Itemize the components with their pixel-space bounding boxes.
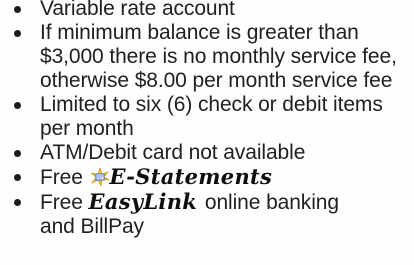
e-statements-sunburst-icon — [90, 168, 109, 186]
feature-item-variable-rate: Variable rate account — [0, 0, 412, 21]
bullet-icon — [14, 102, 21, 109]
bullet-icon — [14, 6, 21, 13]
feature-item-online-banking: Free EasyLink online banking and BillPay — [0, 190, 412, 239]
estatements-brand-wordmark: E-Statements — [109, 164, 273, 189]
easylink-brand-wordmark: EasyLink — [88, 189, 198, 214]
feature-text-line-1: Free EasyLink online banking — [40, 190, 412, 215]
feature-text: Variable rate account — [40, 0, 235, 20]
feature-text-line-2: $3,000 there is no monthly service fee, — [40, 45, 397, 68]
feature-text-line-3: otherwise $8.00 per month service fee — [40, 69, 393, 92]
bullet-icon — [14, 199, 21, 206]
free-label: Free — [40, 191, 83, 214]
online-banking-label: online banking — [204, 191, 339, 214]
bullet-icon — [14, 174, 21, 181]
feature-text-line-2: and BillPay — [40, 215, 144, 238]
feature-text-line-1: If minimum balance is greater than — [40, 21, 359, 44]
feature-item-check-limit: Limited to six (6) check or debit items … — [0, 93, 412, 141]
feature-text-line: Free E-Statements — [40, 165, 412, 190]
account-features-page: Variable rate account If minimum balance… — [0, 0, 414, 265]
feature-text-line-1: Limited to six (6) check or debit items — [40, 93, 383, 116]
free-label: Free — [40, 166, 83, 189]
bullet-icon — [14, 150, 21, 157]
feature-item-atm-card: ATM/Debit card not available — [0, 141, 412, 165]
feature-item-estatements: Free E-Statements — [0, 165, 412, 190]
feature-list: Variable rate account If minimum balance… — [0, 0, 412, 239]
feature-item-minimum-balance: If minimum balance is greater than $3,00… — [0, 21, 412, 93]
feature-text-line-2: per month — [40, 117, 134, 140]
bullet-icon — [14, 30, 21, 37]
feature-text: ATM/Debit card not available — [40, 141, 306, 164]
